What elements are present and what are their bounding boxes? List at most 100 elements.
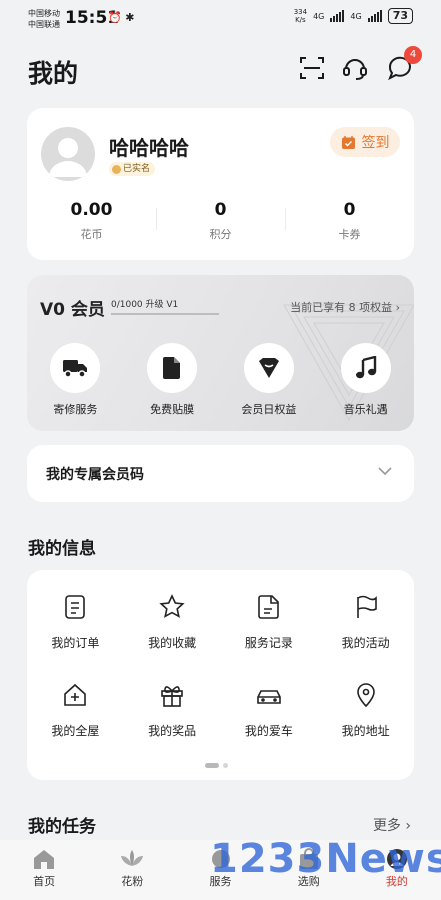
perk-mail-repair[interactable]: 寄修服务	[27, 343, 124, 417]
info-item-orders[interactable]: 我的订单	[27, 590, 124, 666]
network-type-2: 4G	[350, 11, 362, 21]
info-item-label: 我的地址	[341, 724, 390, 738]
network-type-1: 4G	[313, 11, 325, 21]
profile-card: 哈哈哈哈 已实名 签到 0.00 花币 0 积分 0 卡券	[27, 108, 414, 260]
status-icons: ⏰ ✱	[108, 11, 134, 24]
document-icon	[258, 595, 279, 619]
perk-free-film[interactable]: 免费贴膜	[124, 343, 221, 417]
avatar[interactable]	[41, 127, 95, 181]
status-right: 334 K/s 4G 4G 73	[294, 8, 413, 24]
page-indicator	[205, 763, 228, 768]
info-item-address[interactable]: 我的地址	[317, 678, 414, 754]
info-item-car[interactable]: 我的爱车	[221, 678, 318, 754]
flower-icon	[121, 850, 144, 866]
member-code-row[interactable]: 我的专属会员码	[27, 445, 414, 502]
location-icon	[356, 683, 375, 708]
my-tasks-title: 我的任务	[28, 817, 96, 837]
truck-icon	[63, 360, 88, 378]
car-icon	[257, 690, 281, 704]
tab-label: 首页	[33, 875, 56, 888]
info-item-prizes[interactable]: 我的奖品	[124, 678, 221, 754]
headset-icon[interactable]	[341, 54, 369, 82]
message-badge: 4	[404, 46, 422, 64]
house-icon	[64, 683, 87, 706]
carrier-names: 中国移动 中国联通	[28, 8, 60, 30]
flag-icon	[356, 595, 377, 618]
info-item-service-records[interactable]: 服务记录	[221, 590, 318, 666]
signal-icon	[330, 10, 345, 22]
info-item-label: 服务记录	[244, 636, 293, 650]
net-speed: 334 K/s	[294, 8, 307, 24]
verified-badge: 已实名	[109, 162, 156, 176]
info-item-favorites[interactable]: 我的收藏	[124, 590, 221, 666]
avatar-placeholder-icon	[49, 138, 87, 177]
page-title: 我的	[28, 59, 79, 88]
perk-label: 免费贴膜	[150, 403, 195, 416]
service-icon	[211, 850, 230, 868]
tab-fans[interactable]: 花粉	[88, 840, 176, 900]
page-dot	[223, 763, 228, 768]
stat-flower-coins[interactable]: 0.00 花币	[27, 200, 156, 242]
upgrade-progress-bar	[111, 313, 219, 315]
upgrade-progress-text: 0/1000 升级 V1	[111, 300, 179, 310]
profile-stats: 0.00 花币 0 积分 0 卡券	[27, 200, 414, 242]
member-code-label: 我的专属会员码	[46, 467, 144, 483]
gift-heart-icon	[258, 358, 279, 378]
tab-service[interactable]: 服务	[176, 840, 264, 900]
net-speed-value: 334	[293, 8, 308, 16]
checkin-button[interactable]: 签到	[330, 127, 400, 157]
home-icon	[34, 850, 55, 869]
calendar-check-icon	[341, 135, 355, 149]
gift-icon	[161, 686, 183, 707]
carrier-1: 中国移动	[28, 9, 60, 18]
username[interactable]: 哈哈哈哈	[109, 132, 189, 161]
signal-icon-2	[367, 10, 382, 22]
tab-mine[interactable]: 我的	[353, 840, 441, 900]
tab-label: 我的	[385, 875, 408, 888]
info-item-label: 我的爱车	[244, 724, 293, 738]
info-item-label: 我的收藏	[148, 636, 197, 650]
chevron-right-icon: ›	[395, 301, 400, 314]
info-item-label: 我的全屋	[51, 724, 100, 738]
info-item-label: 我的奖品	[148, 724, 197, 738]
benefits-link-label: 当前已享有 8 项权益	[290, 301, 393, 314]
checkin-label: 签到	[361, 135, 390, 151]
perk-member-day[interactable]: 会员日权益	[221, 343, 318, 417]
perk-label: 音乐礼遇	[343, 403, 388, 416]
stat-points[interactable]: 0 积分	[156, 200, 285, 242]
my-info-grid: 我的订单 我的收藏 服务记录 我的活动 我的全屋 我的奖品 我的爱车 我的地址	[27, 590, 414, 754]
perk-label: 寄修服务	[53, 403, 98, 416]
my-info-card: 我的订单 我的收藏 服务记录 我的活动 我的全屋 我的奖品 我的爱车 我的地址	[27, 570, 414, 780]
page-dot-active	[205, 763, 219, 768]
tab-label: 服务	[209, 875, 232, 888]
stat-label: 积分	[209, 228, 232, 241]
battery-indicator: 73	[387, 8, 413, 24]
stat-value: 0	[214, 200, 227, 220]
member-level: V0 会员	[40, 300, 105, 320]
perk-music[interactable]: 音乐礼遇	[317, 343, 414, 417]
net-speed-unit: K/s	[295, 16, 306, 24]
info-item-activities[interactable]: 我的活动	[317, 590, 414, 666]
phone-film-icon	[163, 357, 181, 379]
tab-home[interactable]: 首页	[0, 840, 88, 900]
stat-value: 0	[343, 200, 356, 220]
stat-coupons[interactable]: 0 卡券	[285, 200, 414, 242]
tasks-more-link[interactable]: 更多 ›	[373, 815, 411, 835]
tab-shop[interactable]: 选购	[265, 840, 353, 900]
info-item-label: 我的订单	[51, 636, 100, 650]
benefits-link[interactable]: 当前已享有 8 项权益 ›	[290, 299, 400, 315]
tab-label: 选购	[297, 875, 320, 888]
verified-icon	[112, 164, 121, 174]
chevron-down-icon	[378, 467, 392, 476]
profile-icon	[386, 849, 407, 869]
bluetooth-icon: ✱	[125, 11, 135, 24]
stat-value: 0.00	[70, 200, 113, 220]
info-item-whole-home[interactable]: 我的全屋	[27, 678, 124, 754]
bottom-tab-bar: 首页 花粉 服务 选购 我的	[0, 840, 441, 900]
carrier-2: 中国联通	[28, 20, 60, 29]
status-bar: 中国移动 中国联通 15:51 ⏰ ✱ 334 K/s 4G 4G 73	[0, 0, 441, 36]
more-label: 更多	[372, 818, 401, 834]
scan-icon[interactable]	[298, 54, 326, 82]
membership-card[interactable]: V0 会员 0/1000 升级 V1 当前已享有 8 项权益 › 寄修服务 免费…	[27, 275, 414, 431]
order-icon	[65, 595, 86, 619]
